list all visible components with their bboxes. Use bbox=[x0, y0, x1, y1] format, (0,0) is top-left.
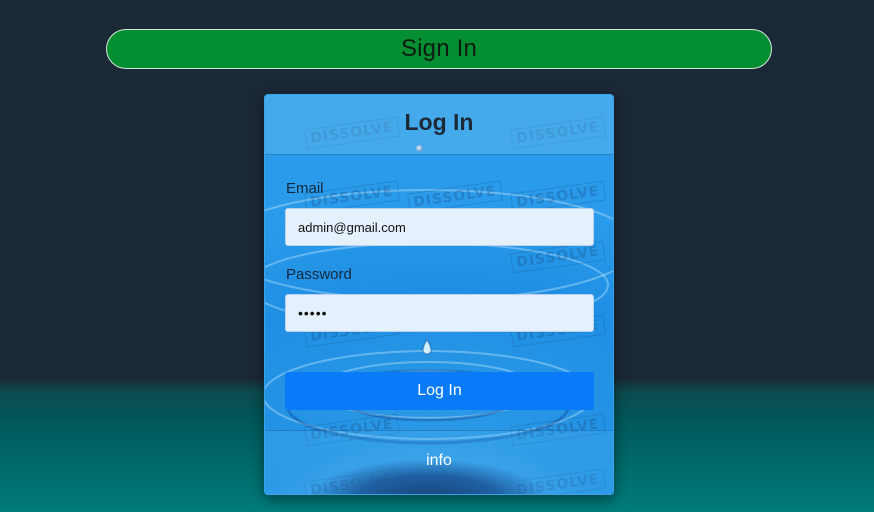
info-link[interactable]: info bbox=[426, 452, 452, 470]
email-label: Email bbox=[286, 180, 324, 197]
log-in-button[interactable]: Log In bbox=[285, 372, 594, 410]
login-card: DISSOLVE DISSOLVE DISSOLVE DISSOLVE DISS… bbox=[264, 94, 614, 495]
card-footer: info bbox=[265, 430, 613, 494]
card-header: Log In bbox=[265, 95, 613, 155]
email-field[interactable] bbox=[285, 208, 594, 246]
password-label: Password bbox=[286, 266, 352, 283]
sign-in-banner: Sign In bbox=[106, 29, 772, 69]
password-field[interactable] bbox=[285, 294, 594, 332]
banner-title: Sign In bbox=[400, 35, 478, 62]
water-drop-icon bbox=[416, 145, 423, 152]
card-title: Log In bbox=[404, 109, 474, 135]
water-drop bbox=[422, 339, 432, 355]
